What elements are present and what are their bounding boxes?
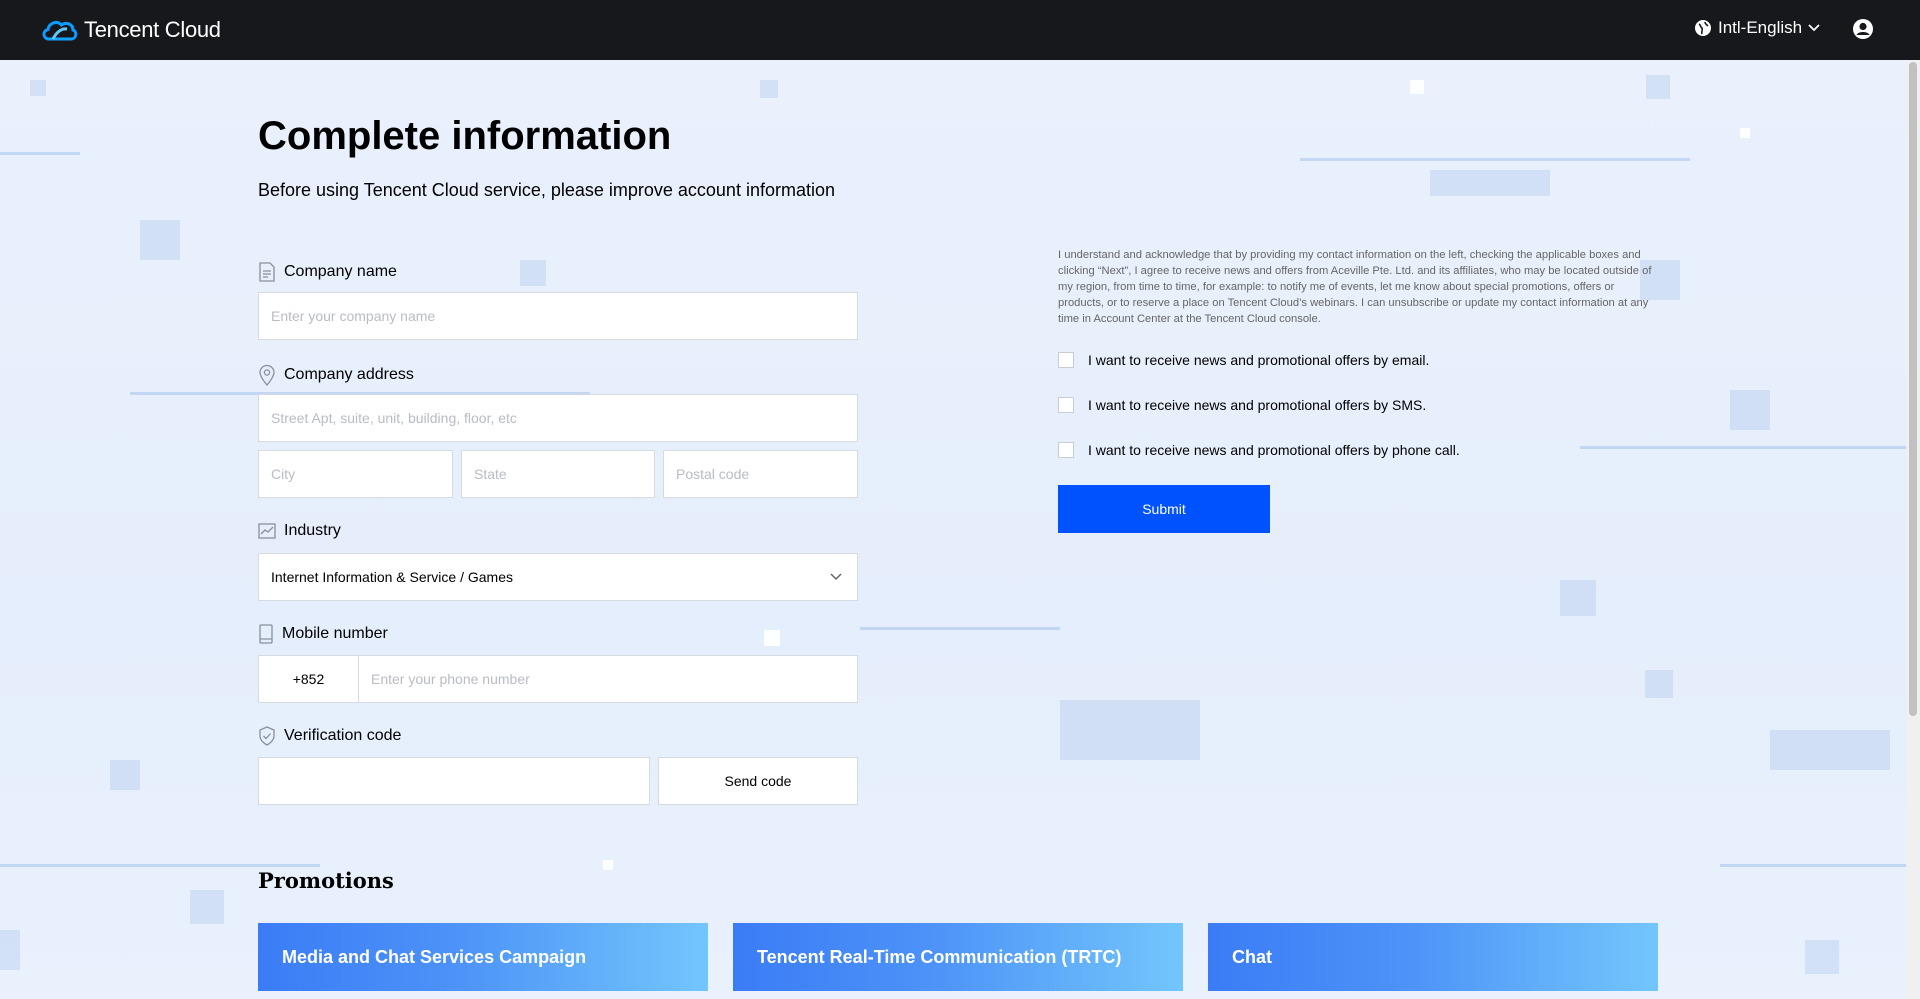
chevron-down-icon [1808,24,1820,32]
phone-number-input[interactable] [358,655,858,703]
phone-call-offers-label: I want to receive news and promotional o… [1088,442,1460,458]
phone-icon [259,624,273,644]
document-icon [259,262,275,282]
brand-name: Tencent Cloud [84,17,221,42]
promo-card-trtc[interactable]: Tencent Real-Time Communication (TRTC) [733,923,1183,991]
email-offers-option[interactable]: I want to receive news and promotional o… [1058,352,1429,368]
user-account-icon[interactable] [1852,18,1874,45]
top-navigation-bar: Tencent Cloud Intl-English [0,0,1920,60]
company-name-label-group: Company name [258,262,397,282]
phone-call-offers-checkbox[interactable] [1058,442,1074,458]
company-name-input[interactable] [258,292,858,340]
sms-offers-option[interactable]: I want to receive news and promotional o… [1058,397,1426,413]
company-name-label: Company name [284,263,397,280]
email-offers-checkbox[interactable] [1058,352,1074,368]
promo-card-media-chat[interactable]: Media and Chat Services Campaign [258,923,708,991]
submit-button[interactable]: Submit [1058,485,1270,533]
page-title: Complete information [258,114,672,158]
verification-label-group: Verification code [258,726,401,746]
postal-code-input[interactable] [663,450,858,498]
globe-icon [1695,20,1711,36]
location-pin-icon [259,364,275,386]
industry-label-group: Industry [258,522,341,540]
company-address-label: Company address [284,366,414,383]
brand-logo[interactable]: Tencent Cloud [40,15,221,45]
consent-notice: I understand and acknowledge that by pro… [1058,249,1652,325]
promo-card-title: Chat [1232,946,1272,967]
send-code-button[interactable]: Send code [658,757,858,805]
language-selector[interactable]: Intl-English [1694,18,1820,38]
page-scrollbar[interactable] [1906,60,1920,999]
chart-icon [258,523,276,539]
shield-check-icon [259,726,275,746]
language-label: Intl-English [1718,18,1803,37]
state-input[interactable] [461,450,655,498]
mobile-label-group: Mobile number [258,624,388,644]
scrollbar-thumb[interactable] [1909,62,1917,716]
industry-label: Industry [284,522,341,539]
phone-call-offers-option[interactable]: I want to receive news and promotional o… [1058,442,1460,458]
promo-card-title: Tencent Real-Time Communication (TRTC) [757,946,1122,967]
verification-label: Verification code [284,727,402,744]
industry-selected-value: Internet Information & Service / Games [271,569,513,585]
promotions-heading: Promotions [258,868,394,893]
company-address-label-group: Company address [258,364,414,386]
chevron-down-icon [830,573,842,581]
country-code-value: +852 [292,671,325,687]
email-offers-label: I want to receive news and promotional o… [1088,352,1430,368]
city-input[interactable] [258,450,453,498]
promo-card-title: Media and Chat Services Campaign [282,946,587,967]
sms-offers-label: I want to receive news and promotional o… [1088,397,1427,413]
submit-label: Submit [1142,501,1186,517]
tencent-cloud-logo-icon [42,21,78,41]
street-address-input[interactable] [258,394,858,442]
page-subtitle: Before using Tencent Cloud service, plea… [258,180,835,200]
sms-offers-checkbox[interactable] [1058,397,1074,413]
verification-code-input[interactable] [258,757,650,805]
country-code-selector[interactable]: +852 [258,655,359,703]
promo-card-chat[interactable]: Chat [1208,923,1658,991]
industry-select[interactable]: Internet Information & Service / Games [258,553,858,601]
mobile-label: Mobile number [282,625,388,642]
send-code-label: Send code [724,773,792,789]
